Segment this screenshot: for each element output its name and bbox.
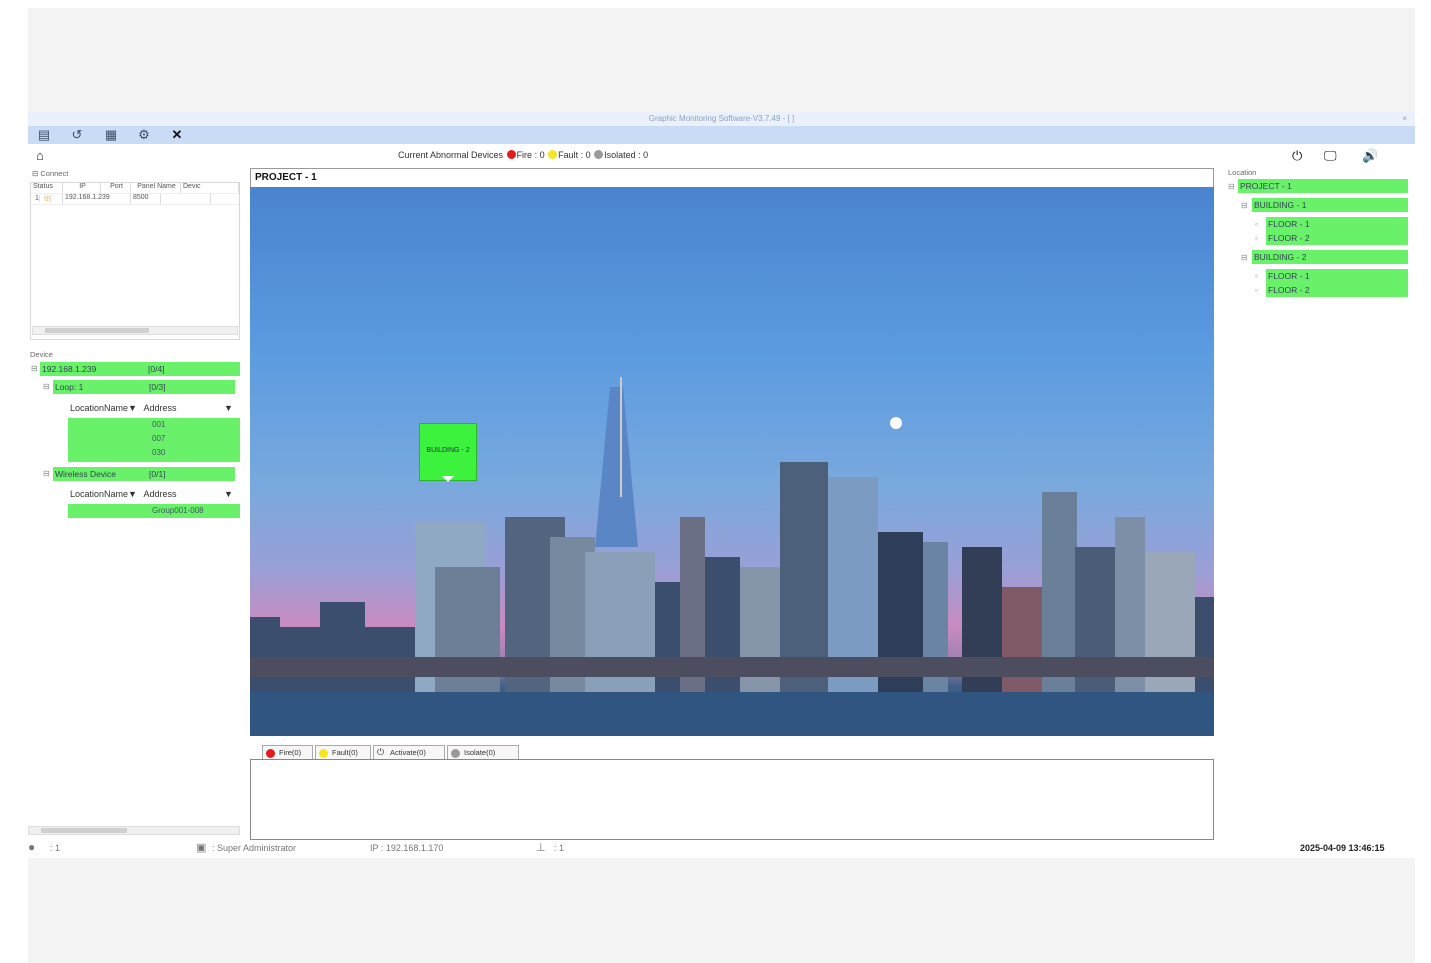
monitor-icon[interactable]: 🖵 [1324,148,1337,164]
isolated-dot-icon [594,150,604,159]
fire-count: Fire : 0 [516,150,545,160]
connection-status-icon: ◎ [41,195,51,202]
isolated-count: Isolated : 0 [604,150,649,160]
bottom-background [28,858,1415,963]
fault-icon [319,749,328,758]
network-count: : 1 [554,843,565,853]
home-icon[interactable]: ⌂ [36,148,44,163]
top-background [28,8,1415,112]
power-icon: ⏻ [377,747,385,757]
history-icon[interactable]: ↺ [69,127,85,143]
address-item[interactable]: Group001-008 [152,506,204,515]
datetime: 2025-04-09 13:46:15 [1300,843,1385,853]
city-skyline-image [250,377,1214,736]
device-root-row[interactable]: 192.168.1.239 [0/4] [40,362,240,376]
title-bar: Graphic Monitoring Software-V3.7.49 - [ … [28,112,1415,126]
connect-label: ⊟ Connect [32,169,69,178]
address-item[interactable]: 030 [152,448,165,457]
device-label: Device [30,350,53,359]
toolbar: ▤ ↺ ▦ ⚙ ✕ [28,126,1415,144]
abnormal-label: Current Abnormal Devices [398,150,504,160]
connect-header: Status IP Port Panel Name Devic [31,183,239,194]
settings-icon[interactable]: ⚙ [136,127,152,143]
user-icon: ● [28,840,36,854]
address-item[interactable]: 007 [152,434,165,443]
wireless-row[interactable]: Wireless Device [0/1] [53,467,235,481]
filter-icon[interactable]: ▼ [224,486,233,502]
collapse-project-icon[interactable]: ⊟ [1228,182,1235,191]
location-building-2[interactable]: BUILDING - 2 [1252,250,1408,264]
location-building-1[interactable]: BUILDING - 1 [1252,198,1408,212]
location-floor[interactable]: FLOOR - 1 [1266,217,1408,231]
speaker-icon[interactable]: 🔊 [1362,148,1378,164]
location-project[interactable]: PROJECT - 1 [1238,179,1408,193]
user-count: : 1 [50,843,61,853]
location-floor[interactable]: FLOOR - 2 [1266,283,1408,297]
collapse-root-icon[interactable]: ⊟ [31,364,38,373]
fault-count: Fault : 0 [558,150,591,160]
wireless-table-header: LocationName▼ Address ▼ [70,486,233,502]
fault-dot-icon [548,150,558,159]
connect-row[interactable]: 1 ◎ 192.168.1.239 8500 [31,194,239,205]
loop-row[interactable]: Loop: 1 [0/3] [53,380,235,394]
collapse-building1-icon[interactable]: ⊟ [1241,201,1248,210]
filter-icon[interactable]: ▼ [128,489,137,499]
fire-icon [266,749,275,758]
page-title: PROJECT - 1 [250,168,1214,187]
abnormal-status: Current Abnormal Devices Fire : 0 Fault … [398,150,648,160]
close-icon[interactable]: ✕ [169,127,185,143]
location-label: Location [1228,168,1257,177]
collapse-building2-icon[interactable]: ⊟ [1241,253,1248,262]
fire-dot-icon [506,150,516,159]
collapse-loop-icon[interactable]: ⊟ [43,382,50,391]
user-role: : Super Administrator [212,843,297,853]
app-window: Graphic Monitoring Software-V3.7.49 - [ … [28,112,1415,858]
floor-icon: ▫ [1255,272,1258,281]
floor-icon: ▫ [1255,234,1258,243]
window-close-icon[interactable]: × [1402,112,1407,126]
connect-table: Status IP Port Panel Name Devic 1 ◎ 192.… [30,182,240,340]
location-floor[interactable]: FLOOR - 2 [1266,231,1408,245]
report-icon[interactable]: ▦ [103,127,119,143]
status-bar: ● : 1 ▣ : Super Administrator IP : 192.1… [28,840,1415,858]
floor-icon: ▫ [1255,286,1258,295]
loop-table-header: LocationName▼ Address ▼ [70,400,233,416]
alarm-list [250,759,1214,840]
building-marker[interactable]: BUILDING - 2 [419,423,477,481]
network-icon: ⊥ [536,842,546,854]
device-scrollbar[interactable] [28,826,240,835]
filter-icon[interactable]: ▼ [224,400,233,416]
floor-map[interactable]: BUILDING - 2 [250,187,1214,736]
floor-icon: ▫ [1255,220,1258,229]
window-title: Graphic Monitoring Software-V3.7.49 - [ … [648,114,795,123]
list-icon[interactable]: ▤ [36,127,52,143]
location-floor[interactable]: FLOOR - 1 [1266,269,1408,283]
connect-scrollbar[interactable] [32,326,238,335]
filter-icon[interactable]: ▼ [128,403,137,413]
ip-address: IP : 192.168.1.170 [370,843,444,853]
collapse-wireless-icon[interactable]: ⊟ [43,469,50,478]
power-icon[interactable]: ⏻ [1292,148,1302,164]
address-item[interactable]: 001 [152,420,165,429]
admin-icon: ▣ [196,842,207,854]
isolate-icon [451,749,460,758]
